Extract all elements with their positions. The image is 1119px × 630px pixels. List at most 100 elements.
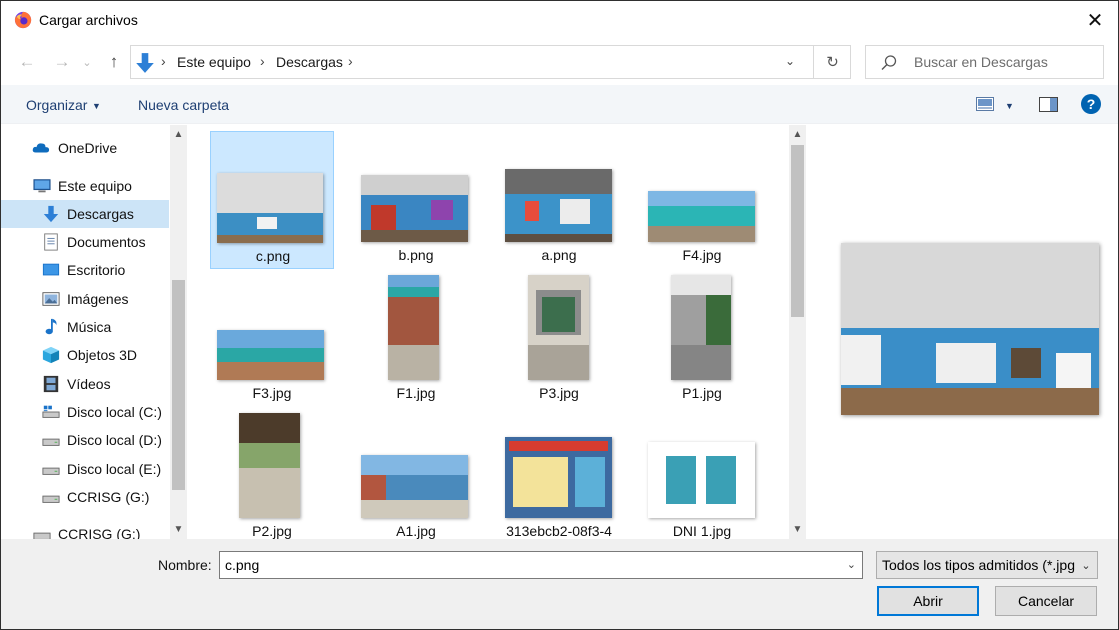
address-dropdown-icon[interactable]: ⌄ <box>785 54 795 68</box>
file-name: F3.jpg <box>252 385 292 401</box>
file-type-filter-select[interactable]: Todos los tipos admitidos (*.jpg ⌄ <box>876 551 1098 579</box>
file-type-filter-value: Todos los tipos admitidos (*.jpg <box>882 557 1075 573</box>
refresh-button[interactable]: ↻ <box>813 46 851 78</box>
close-button[interactable]: ✕ <box>1072 1 1118 39</box>
sidebar-item-imagenes[interactable]: Imágenes <box>1 285 169 313</box>
download-arrow-icon <box>43 205 59 223</box>
file-tile-313ebcb2[interactable]: 313ebcb2-08f3-4 <box>497 407 621 539</box>
new-folder-button[interactable]: Nueva carpeta <box>138 97 229 113</box>
desktop-icon <box>42 263 60 276</box>
file-tile-f1-jpg[interactable]: F1.jpg <box>354 269 478 407</box>
title-bar: Cargar archivos ✕ <box>1 1 1118 39</box>
up-button[interactable]: ↑ <box>103 51 125 73</box>
file-name-input[interactable]: c.png ⌄ <box>219 551 863 579</box>
usb-drive-icon <box>33 532 51 539</box>
sidebar-item-label: CCRISG (G:) <box>58 526 141 539</box>
preview-image <box>841 243 1099 415</box>
thumbnail-image <box>217 173 323 243</box>
chevron-down-icon: ⌄ <box>1075 552 1097 578</box>
file-tile-p3-jpg[interactable]: P3.jpg <box>497 269 621 407</box>
file-name: P1.jpg <box>682 385 722 401</box>
sidebar-item-ccrisg-g[interactable]: CCRISG (G:) <box>1 483 169 511</box>
chevron-down-icon[interactable]: ⌄ <box>847 558 856 571</box>
firefox-icon <box>14 11 32 29</box>
search-box[interactable]: Buscar en Descargas <box>865 45 1104 79</box>
sidebar-scrollbar[interactable]: ▲ ▼ <box>170 125 187 539</box>
view-dropdown-icon[interactable]: ▼ <box>1005 101 1014 111</box>
scroll-up-icon[interactable]: ▲ <box>170 126 187 143</box>
open-button[interactable]: Abrir <box>877 586 979 616</box>
file-tile-f4-jpg[interactable]: F4.jpg <box>640 131 764 269</box>
breadcrumb-descargas[interactable]: Descargas <box>276 54 343 70</box>
sidebar-item-documentos[interactable]: Documentos <box>1 228 169 256</box>
sidebar-item-este-equipo[interactable]: Este equipo <box>1 172 169 200</box>
file-tile-a-png[interactable]: a.png <box>497 131 621 269</box>
file-tile-b-png[interactable]: b.png <box>354 131 478 269</box>
navigation-row: ← → ⌄ ↑ › Este equipo › Descargas › ⌄ ↻ <box>1 39 1118 85</box>
sidebar-item-objetos-3d[interactable]: Objetos 3D <box>1 341 169 369</box>
sidebar-item-descargas[interactable]: Descargas <box>1 200 169 228</box>
help-button[interactable]: ? <box>1081 94 1101 114</box>
file-grid: c.png b.png a.png F4.jpg F3.jpg F1.jpg P… <box>187 125 787 539</box>
cube-icon <box>42 346 60 364</box>
cancel-button[interactable]: Cancelar <box>995 586 1097 616</box>
file-open-dialog: Cargar archivos ✕ ← → ⌄ ↑ › Este equipo … <box>0 0 1119 630</box>
thumbnail-image <box>505 437 612 518</box>
sidebar-item-label: Descargas <box>67 206 134 222</box>
search-placeholder: Buscar en Descargas <box>914 54 1048 70</box>
sidebar-item-label: OneDrive <box>58 140 118 156</box>
file-name: F1.jpg <box>396 385 436 401</box>
organize-button[interactable]: Organizar <box>26 97 87 113</box>
scrollbar-thumb[interactable] <box>172 280 185 490</box>
sidebar-item-disco-d[interactable]: Disco local (D:) <box>1 426 169 454</box>
thumbnail-image <box>528 275 589 380</box>
drive-icon <box>42 467 60 475</box>
thumbnail-image <box>505 169 612 242</box>
film-icon <box>43 375 59 393</box>
sidebar-item-label: Este equipo <box>58 178 132 194</box>
thumbnail-image <box>361 455 468 518</box>
file-tile-dni-1-jpg[interactable]: DNI 1.jpg <box>640 407 764 539</box>
caret-down-icon: ▼ <box>92 101 101 111</box>
file-grid-scrollbar[interactable]: ▲ ▼ <box>789 125 806 539</box>
dialog-footer: Nombre: c.png ⌄ Todos los tipos admitido… <box>1 539 1118 629</box>
view-options-icon[interactable] <box>976 97 994 111</box>
recent-locations-button[interactable]: ⌄ <box>80 51 94 73</box>
sidebar-item-label: Escritorio <box>67 262 126 278</box>
file-name: c.png <box>255 248 291 264</box>
thumbnail-image <box>388 275 439 380</box>
file-name: P3.jpg <box>539 385 579 401</box>
sidebar-item-label: Disco local (C:) <box>67 404 162 420</box>
file-name: F4.jpg <box>682 247 722 263</box>
back-arrow-icon: ← <box>18 52 36 71</box>
scroll-up-icon[interactable]: ▲ <box>789 126 806 143</box>
preview-pane-icon[interactable] <box>1039 97 1058 112</box>
sidebar-item-label: Disco local (D:) <box>67 432 162 448</box>
address-bar[interactable]: › Este equipo › Descargas › ⌄ ↻ <box>130 45 851 79</box>
file-name: 313ebcb2-08f3-4 <box>506 523 612 539</box>
forward-button[interactable]: → <box>51 51 73 73</box>
back-button[interactable]: ← <box>16 51 38 73</box>
download-arrow-icon <box>136 53 154 73</box>
scroll-down-icon[interactable]: ▼ <box>789 521 806 538</box>
forward-arrow-icon: → <box>53 52 71 71</box>
sidebar-item-escritorio[interactable]: Escritorio <box>1 256 169 284</box>
breadcrumb-separator: › <box>260 53 265 69</box>
sidebar-item-ccrisg-g-usb[interactable]: CCRISG (G:) <box>1 520 169 539</box>
sidebar-item-musica[interactable]: Música <box>1 313 169 341</box>
refresh-icon: ↻ <box>826 54 839 71</box>
scroll-down-icon[interactable]: ▼ <box>170 521 187 538</box>
breadcrumb-este-equipo[interactable]: Este equipo <box>177 54 251 70</box>
sidebar-item-videos[interactable]: Vídeos <box>1 370 169 398</box>
file-tile-p1-jpg[interactable]: P1.jpg <box>640 269 764 407</box>
file-tile-f3-jpg[interactable]: F3.jpg <box>210 269 334 407</box>
sidebar-item-disco-e[interactable]: Disco local (E:) <box>1 455 169 483</box>
sidebar-item-onedrive[interactable]: OneDrive <box>1 134 169 162</box>
file-tile-c-png[interactable]: c.png <box>210 131 334 269</box>
chevron-down-icon: ⌄ <box>82 56 92 69</box>
sidebar-item-label: Documentos <box>67 234 146 250</box>
file-tile-p2-jpg[interactable]: P2.jpg <box>210 407 334 539</box>
scrollbar-thumb[interactable] <box>791 145 804 317</box>
sidebar-item-disco-c[interactable]: Disco local (C:) <box>1 398 169 426</box>
file-tile-a1-jpg[interactable]: A1.jpg <box>354 407 478 539</box>
